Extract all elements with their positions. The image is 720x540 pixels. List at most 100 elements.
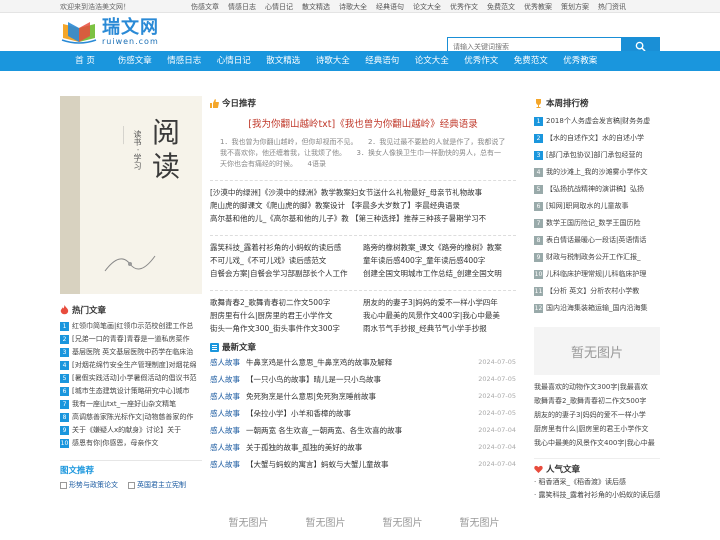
top-link[interactable]: 伤感文章 — [191, 2, 219, 12]
top-link[interactable]: 免费范文 — [487, 2, 515, 12]
top-link[interactable]: 优秀教案 — [524, 2, 552, 12]
table-row[interactable]: 感人故事 关于孤独的故事_孤独的美好的故事 2024-07-04 — [210, 439, 516, 456]
category-label[interactable]: 感人故事 — [210, 443, 240, 452]
category-label[interactable]: 感人故事 — [210, 409, 240, 418]
list-item[interactable]: 4 [对烟花绵竹安全生产管理制度]对烟花绵 — [60, 359, 202, 372]
site-logo[interactable]: 瑞文网 ruiwen.com — [60, 19, 159, 46]
list-item[interactable]: 1 红领巾简笔画|红领巾示范校创建工作总 — [60, 320, 202, 333]
featured-article-title[interactable]: [我为你翻山越岭txt]《我也曾为你翻山越岭》经典语录 — [210, 116, 516, 130]
article-title[interactable]: 【大蟹与蚂蚁的寓言】蚂蚁与大蟹儿童故事 — [246, 460, 389, 469]
article-link[interactable]: 我最喜欢的动物作文300字|我最喜欢 — [534, 380, 660, 394]
article-title[interactable]: 免死狗烹是什么意思|免死狗烹睡前故事 — [246, 392, 376, 401]
no-image-placeholder[interactable]: 暂无图片 — [534, 327, 660, 375]
list-item[interactable]: 7 数学王国历险记_数学王国历险 — [534, 215, 660, 232]
article-link[interactable]: 露笑科技_露着衬衫角的小蚂蚁的读后感 — [210, 241, 363, 254]
top-link[interactable]: 优秀作文 — [450, 2, 478, 12]
nav-item[interactable]: 诗歌大全 — [308, 51, 358, 71]
article-link[interactable]: 歌舞青春2_歌舞青春初二作文500字 — [210, 296, 363, 309]
list-item[interactable]: 9 关于《嫌疑人x的献身》讨论】关于 — [60, 424, 202, 437]
top-link[interactable]: 情感日志 — [228, 2, 256, 12]
list-item[interactable]: 11 【分析 英文】分析农村小学教 — [534, 283, 660, 300]
article-link[interactable]: 街头一角作文300_街头事件作文300字 — [210, 322, 363, 335]
nav-item[interactable]: 优秀教案 — [556, 51, 606, 71]
category-label[interactable]: 感人故事 — [210, 358, 240, 367]
list-item[interactable]: 3 [部门承包协议]部门承包经营的 — [534, 147, 660, 164]
list-item[interactable]: 2 【水的自述作文】水的自述小学 — [534, 130, 660, 147]
list-item[interactable]: 10 感恩有你|你感恩，母亲作文 — [60, 437, 202, 450]
article-link[interactable]: 童年读后感400字_童年读后感400字 — [363, 254, 516, 267]
article-link[interactable]: 我心中最美的风景作文400字|我心中最 — [534, 436, 660, 450]
article-link[interactable]: 不可儿戏_《不可儿戏》读后感范文 — [210, 254, 363, 267]
list-item[interactable]: 6 [知网]职网取水的儿童故事 — [534, 198, 660, 215]
nav-item[interactable]: 伤感文章 — [110, 51, 160, 71]
article-link[interactable]: 路旁的橡树教案_课文《路旁的橡树》教案 — [363, 241, 516, 254]
no-image-placeholder[interactable]: 暂无图片 — [210, 514, 287, 529]
table-row[interactable]: 感人故事 【大蟹与蚂蚁的寓言】蚂蚁与大蟹儿童故事 2024-07-04 — [210, 456, 516, 473]
top-link[interactable]: 热门资讯 — [598, 2, 626, 12]
article-link[interactable]: 雨水节气手抄报_经典节气小学手抄报 — [363, 322, 516, 335]
nav-item[interactable]: 散文精选 — [259, 51, 309, 71]
article-title[interactable]: 关于孤独的故事_孤独的美好的故事 — [246, 443, 362, 452]
category-label[interactable]: 感人故事 — [210, 460, 240, 469]
image-link[interactable]: 形势与政策论文 — [60, 480, 118, 490]
table-row[interactable]: 感人故事 【一只小鸟的故事】晴儿是一只小鸟故事 2024-07-05 — [210, 371, 516, 388]
article-title[interactable]: 牛鼻烹鸡是什么意思_牛鼻烹鸡的故事及解释 — [246, 358, 392, 367]
article-link[interactable]: 我心中最美的风景作文400字|我心中最美 — [363, 309, 516, 322]
no-image-placeholder[interactable]: 暂无图片 — [441, 514, 518, 529]
top-link[interactable]: 诗歌大全 — [339, 2, 367, 12]
nav-item[interactable]: 论文大全 — [407, 51, 457, 71]
category-label[interactable]: 感人故事 — [210, 375, 240, 384]
article-title[interactable]: 一朝两宽 各生欢喜_一朝两宽、各生欢喜的故事 — [246, 426, 402, 435]
article-title[interactable]: 【朵拉小学】小羊和香樟的故事 — [246, 409, 351, 418]
cover-image[interactable]: ────── 读书 · 学习 阅读 — [60, 96, 202, 294]
article-title[interactable]: 【一只小鸟的故事】晴儿是一只小鸟故事 — [246, 375, 381, 384]
nav-item[interactable]: 免费范文 — [506, 51, 556, 71]
nav-item-home[interactable]: 首 页 — [60, 51, 110, 71]
list-item[interactable]: 1 2018个人务虚会发言稿|财务务虚 — [534, 113, 660, 130]
top-link[interactable]: 经典语句 — [376, 2, 404, 12]
category-label[interactable]: 感人故事 — [210, 426, 240, 435]
list-item[interactable]: 6 [城市生态建筑设计策略研究中心]城市 — [60, 385, 202, 398]
list-item[interactable]: 5 [暑假实践活动]小学暑假活动的倡议书范 — [60, 372, 202, 385]
list-item[interactable]: 7 我有一座山txt_一座好山杂文精笔 — [60, 398, 202, 411]
list-item[interactable]: 3 基层医院 英文基层医院中药学在临床治 — [60, 346, 202, 359]
list-item-text: [知网]职网取水的儿童故事 — [546, 202, 629, 210]
article-link[interactable]: 高尔基和他的儿_《高尔基和他的儿子》教 【第三种选择】推荐三种孩子暑期学习不 — [210, 212, 516, 225]
article-link[interactable]: 自餐会方案|自餐会学习部副部长个人工作 — [210, 267, 363, 280]
top-link[interactable]: 心情日记 — [265, 2, 293, 12]
nav-item[interactable]: 优秀作文 — [457, 51, 507, 71]
top-link[interactable]: 论文大全 — [413, 2, 441, 12]
table-row[interactable]: 感人故事 免死狗烹是什么意思|免死狗烹睡前故事 2024-07-05 — [210, 388, 516, 405]
article-link[interactable]: 歌舞青春2_歌舞青春初二作文500字 — [534, 394, 660, 408]
top-link[interactable]: 策划方案 — [561, 2, 589, 12]
nav-item[interactable]: 情感日志 — [160, 51, 210, 71]
article-link[interactable]: [沙漠中的绿洲]《沙漠中的绿洲》教学教案妇女节送什么礼物最好_母亲节礼物故事 — [210, 186, 516, 199]
article-link[interactable]: 创建全国文明城市工作总结_创建全国文明 — [363, 267, 516, 280]
article-link[interactable]: · 稻香酒采_《稻香渡》读后感 — [534, 476, 660, 489]
list-item[interactable]: 12 国内沿海集装箱运输_国内沿海集 — [534, 300, 660, 317]
article-link[interactable]: 厨房里有什么|厨房里的君王小学作文 — [210, 309, 363, 322]
list-item[interactable]: 8 表白情话最暖心一段话|英语情话 — [534, 232, 660, 249]
article-link[interactable]: 厨房里有什么|厨房里的君王小学作文 — [534, 422, 660, 436]
main-nav: 首 页 伤感文章 情感日志 心情日记 散文精选 诗歌大全 经典语句 论文大全 优… — [0, 51, 720, 71]
list-item[interactable]: 8 高调慈善家陈光标作文|动物慈善家的作 — [60, 411, 202, 424]
list-item[interactable]: 5 【弘扬抗战精神的演讲稿】弘扬 — [534, 181, 660, 198]
list-item[interactable]: 2 [兄弟一口的青春]青春是一道私房菜作 — [60, 333, 202, 346]
list-item[interactable]: 10 儿科临床护理常规|儿科临床护理 — [534, 266, 660, 283]
table-row[interactable]: 感人故事 【朵拉小学】小羊和香樟的故事 2024-07-05 — [210, 405, 516, 422]
no-image-placeholder[interactable]: 暂无图片 — [364, 514, 441, 529]
article-link[interactable]: 朋友的的妻子3|妈妈的爱不一样小学 — [534, 408, 660, 422]
article-link[interactable]: 爬山虎的脚课文《爬山虎的脚》教案设计 【李晨多大岁数了】李晨经典语录 — [210, 199, 516, 212]
table-row[interactable]: 感人故事 一朝两宽 各生欢喜_一朝两宽、各生欢喜的故事 2024-07-04 — [210, 422, 516, 439]
no-image-placeholder[interactable]: 暂无图片 — [287, 514, 364, 529]
article-link[interactable]: 朋友的的妻子3|妈妈的爱不一样小学四年 — [363, 296, 516, 309]
table-row[interactable]: 感人故事 牛鼻烹鸡是什么意思_牛鼻烹鸡的故事及解释 2024-07-05 — [210, 354, 516, 371]
nav-item[interactable]: 经典语句 — [358, 51, 408, 71]
image-link[interactable]: 英国君主立宪制 — [128, 480, 186, 490]
nav-item[interactable]: 心情日记 — [209, 51, 259, 71]
top-link[interactable]: 散文精选 — [302, 2, 330, 12]
list-item[interactable]: 9 财政与税制政务公开工作汇报_ — [534, 249, 660, 266]
category-label[interactable]: 感人故事 — [210, 392, 240, 401]
list-item[interactable]: 4 我的沙滩上_我的沙滩雾小学作文 — [534, 164, 660, 181]
article-link[interactable]: · 露笑科技_露着衬衫角的小蚂蚁的读后感 — [534, 489, 660, 502]
